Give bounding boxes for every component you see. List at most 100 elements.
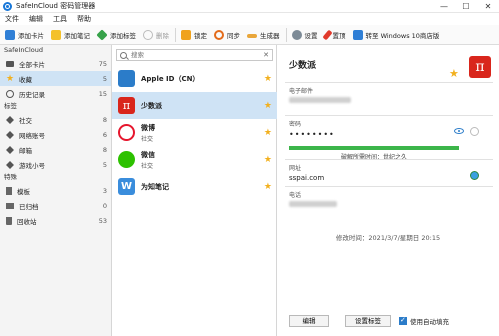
card-list-pane: ✕ Apple ID（CN） ★ π 少数派 ★ 微博 社交 ★ 微信 社交 ★…: [112, 45, 277, 336]
sync-icon: [214, 29, 224, 40]
star-icon: ★: [6, 73, 15, 84]
clear-search-icon[interactable]: ✕: [263, 51, 269, 59]
sidebar-item-social[interactable]: 社交 8: [0, 112, 111, 127]
eye-icon[interactable]: [454, 128, 464, 134]
autofill-checkbox[interactable]: [399, 316, 407, 325]
favorite-star-icon[interactable]: ★: [264, 182, 272, 192]
add-card-icon: [5, 29, 15, 40]
list-item[interactable]: 微信 社交 ★: [112, 146, 277, 173]
list-item[interactable]: π 少数派 ★: [112, 92, 277, 119]
sidebar-header: SafeInCloud: [4, 46, 43, 54]
search-box[interactable]: ✕: [116, 49, 273, 61]
sync-button[interactable]: 同步: [211, 27, 243, 43]
card-title: 少数派: [289, 61, 317, 71]
email-field[interactable]: 电子邮件: [285, 82, 493, 105]
tag-icon: [96, 28, 108, 41]
toolbar-separator: [175, 27, 176, 42]
email-label: 电子邮件: [289, 88, 314, 95]
key-icon: [247, 33, 257, 38]
tags-header: 标签: [4, 102, 17, 110]
favorite-star-icon[interactable]: ★: [264, 74, 272, 84]
detail-actions: 编辑 设置标签 使用自动填充: [277, 315, 499, 327]
pin-icon: [321, 29, 333, 40]
sidebar-item-trash[interactable]: 回收站 53: [0, 213, 111, 228]
menu-tools[interactable]: 工具: [48, 13, 72, 25]
special-header: 特殊: [4, 173, 17, 181]
strength-fill: [289, 146, 459, 150]
history-icon: [6, 89, 14, 98]
favorite-star-icon[interactable]: ★: [264, 128, 272, 138]
windows-logo-icon: [352, 29, 363, 40]
sidebar-item-favorites[interactable]: ★ 收藏 5: [0, 71, 111, 86]
lock-button[interactable]: 锁定: [178, 27, 210, 43]
menu-help[interactable]: 帮助: [72, 13, 96, 25]
url-label: 网址: [289, 165, 302, 172]
cards-icon: [6, 60, 14, 67]
tag-icon: [6, 160, 14, 169]
app-logo-icon: [3, 1, 12, 11]
apple-logo-icon: [118, 70, 135, 87]
favorite-star-icon[interactable]: ★: [264, 155, 272, 165]
menu-edit[interactable]: 编辑: [24, 13, 48, 25]
trash-icon: [6, 216, 12, 225]
phone-value-blurred: [289, 201, 337, 207]
wiznote-logo-icon: W: [118, 178, 135, 195]
title-bar: SafeInCloud 密码管理器 — ☐ ✕: [0, 0, 499, 13]
sidebar-item-web-accounts[interactable]: 网络账号 6: [0, 127, 111, 142]
minimize-icon[interactable]: —: [433, 0, 455, 13]
url-value: sspai.com: [289, 174, 325, 182]
url-field[interactable]: 网址 sspai.com: [285, 159, 493, 182]
windows-store-button[interactable]: 转至 Windows 10商店版: [350, 27, 443, 43]
tag-icon: [6, 130, 14, 139]
set-tags-button[interactable]: 设置标签: [345, 315, 391, 327]
weibo-logo-icon: [118, 124, 135, 141]
favorite-star-icon[interactable]: ★: [264, 101, 272, 111]
autofill-label: 使用自动填充: [410, 318, 449, 326]
edit-button[interactable]: 编辑: [289, 315, 329, 327]
sidebar-item-email[interactable]: 邮箱 8: [0, 142, 111, 157]
add-tag-button[interactable]: 添加标签: [94, 27, 139, 43]
timer-icon[interactable]: [470, 127, 479, 136]
list-item[interactable]: 微博 社交 ★: [112, 119, 277, 146]
menu-bar: 文件 编辑 工具 帮助: [0, 13, 499, 25]
toolbar: 添加卡片 添加笔记 添加标签 删除 锁定 同步 生成器 设置 置顶 转至 Win…: [0, 25, 499, 45]
search-input[interactable]: [131, 51, 251, 59]
menu-file[interactable]: 文件: [0, 13, 24, 25]
phone-label: 电话: [289, 192, 302, 199]
template-icon: [6, 186, 12, 195]
delete-button[interactable]: 删除: [140, 27, 172, 43]
sidebar-item-history[interactable]: 历史记录 15: [0, 86, 111, 101]
close-icon[interactable]: ✕: [477, 0, 499, 13]
list-item[interactable]: W 为知笔记 ★: [112, 173, 277, 200]
archive-icon: [6, 202, 14, 209]
sidebar-item-game-accounts[interactable]: 游戏小号 5: [0, 157, 111, 172]
list-item[interactable]: Apple ID（CN） ★: [112, 65, 277, 92]
sspai-logo-icon: π: [118, 97, 135, 114]
modified-time: 修改时间：2021/3/7/星期日 20:15: [335, 234, 441, 242]
tag-icon: [6, 145, 14, 154]
search-icon: [120, 51, 127, 59]
add-note-button[interactable]: 添加笔记: [48, 27, 93, 43]
card-detail-pane: 少数派 ★ π 电子邮件 密码 •••••••• 破解所需时间：世纪之久 网址 …: [277, 45, 499, 336]
wechat-logo-icon: [118, 151, 135, 168]
password-label: 密码: [289, 121, 302, 128]
pin-top-button[interactable]: 置顶: [321, 27, 349, 43]
tag-icon: [6, 115, 14, 124]
password-strength-bar: [289, 146, 459, 150]
add-card-button[interactable]: 添加卡片: [2, 27, 47, 43]
delete-icon: [143, 29, 153, 40]
maximize-icon[interactable]: ☐: [455, 0, 477, 13]
sidebar-item-templates[interactable]: 模板 3: [0, 183, 111, 198]
sidebar-item-all-cards[interactable]: 全部卡片 75: [0, 56, 111, 71]
generator-button[interactable]: 生成器: [244, 27, 283, 43]
lock-icon: [181, 29, 191, 40]
gear-icon: [291, 29, 302, 40]
phone-field[interactable]: 电话: [285, 186, 493, 209]
password-field[interactable]: 密码 ••••••••: [285, 115, 493, 139]
sidebar-item-archived[interactable]: 已归档 0: [0, 198, 111, 213]
globe-icon[interactable]: [470, 171, 479, 180]
settings-button[interactable]: 设置: [289, 27, 321, 43]
sspai-logo-icon: π: [469, 56, 491, 78]
email-value-blurred: [289, 97, 351, 103]
favorite-star-icon[interactable]: ★: [449, 67, 459, 80]
